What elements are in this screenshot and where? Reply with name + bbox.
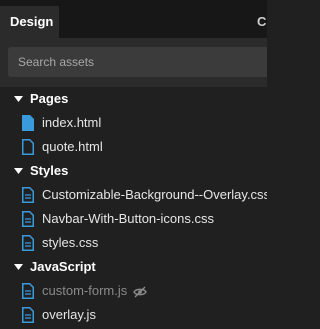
css-file-icon [22, 235, 34, 251]
asset-tree: Pages index.html quote.html Styles Customiza… [0, 87, 267, 327]
section-pages[interactable]: Pages [0, 87, 267, 111]
section-label: JavaScript [30, 259, 96, 274]
file-name: styles.css [42, 235, 99, 250]
file-name: Customizable-Background--Overlay.css [42, 187, 267, 202]
file-name: Navbar-With-Button-icons.css [42, 211, 214, 226]
assets-panel: Design C Pages index.html quote.html Styles… [0, 0, 267, 329]
search-bar [0, 38, 267, 87]
css-file-icon [22, 187, 34, 203]
tab-partial[interactable]: C [257, 6, 267, 38]
section-label: Styles [30, 163, 69, 178]
file-name: index.html [42, 115, 102, 130]
file-item[interactable]: styles.css [0, 231, 267, 255]
panel-tab-bar: Design C [0, 0, 267, 38]
file-item[interactable]: Customizable-Background--Overlay.css [0, 183, 267, 207]
outline-page-icon [22, 139, 34, 155]
js-file-icon [22, 283, 34, 299]
file-name: overlay.js [42, 307, 96, 322]
caret-down-icon[interactable] [12, 87, 24, 111]
section-styles[interactable]: Styles [0, 159, 267, 183]
eye-slash-icon[interactable] [133, 285, 147, 298]
file-item[interactable]: custom-form.js [0, 279, 267, 303]
file-name: quote.html [42, 139, 103, 154]
file-item[interactable]: Navbar-With-Button-icons.css [0, 207, 267, 231]
caret-down-icon[interactable] [12, 159, 24, 183]
section-javascript[interactable]: JavaScript [0, 255, 267, 279]
file-item[interactable]: overlay.js [0, 303, 267, 327]
file-item[interactable]: index.html [0, 111, 267, 135]
filled-page-icon [22, 115, 34, 131]
section-label: Pages [30, 91, 69, 106]
search-input[interactable] [8, 47, 267, 77]
file-name: custom-form.js [42, 283, 128, 298]
caret-down-icon[interactable] [12, 255, 24, 279]
css-file-icon [22, 211, 34, 227]
js-file-icon [22, 307, 34, 323]
file-item[interactable]: quote.html [0, 135, 267, 159]
tab-design[interactable]: Design [0, 6, 59, 38]
